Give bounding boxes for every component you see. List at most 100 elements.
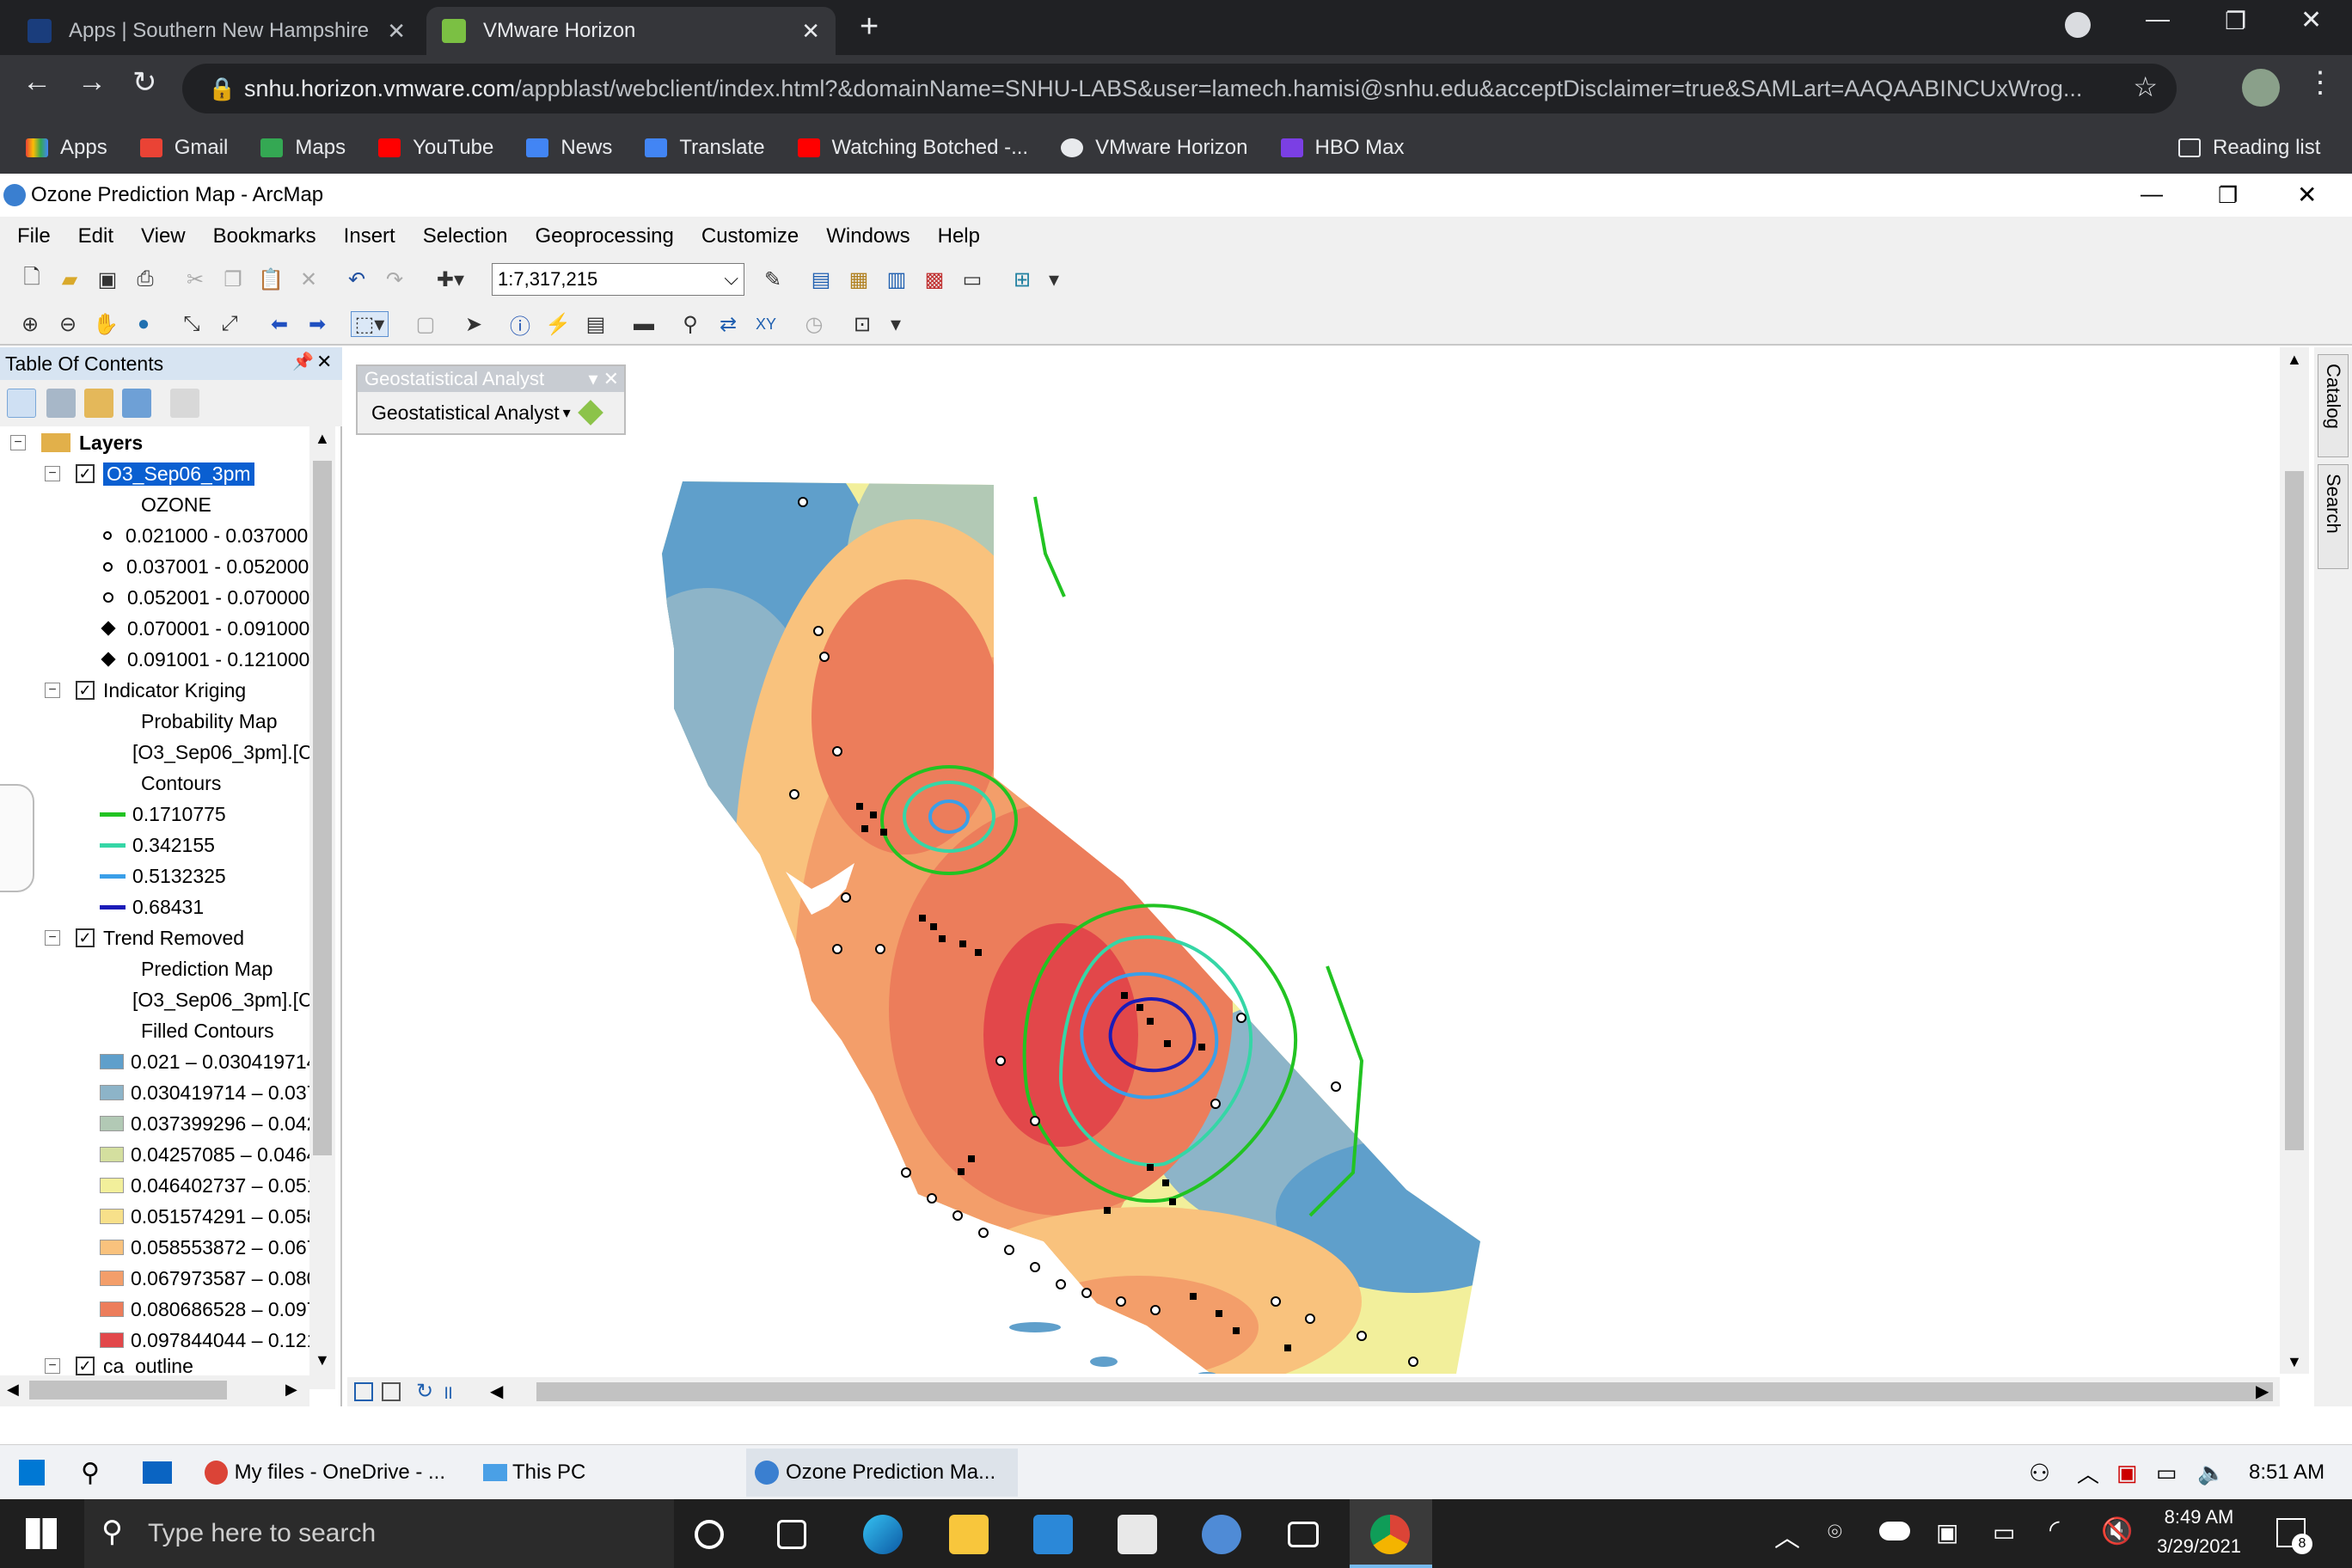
map-vertical-scrollbar[interactable]: ▲ ▼	[2280, 347, 2309, 1374]
mail-icon[interactable]	[1033, 1515, 1073, 1554]
tab-search-icon[interactable]	[2065, 12, 2091, 38]
security-icon[interactable]: ▣	[1936, 1518, 1958, 1547]
bookmark-gmail[interactable]: Gmail	[139, 136, 228, 160]
onedrive-cloud-icon[interactable]	[1879, 1522, 1910, 1540]
start-windows-icon[interactable]	[26, 1518, 57, 1549]
close-icon[interactable]: ✕	[801, 18, 820, 45]
security-shield-icon[interactable]: ▣	[2108, 1449, 2147, 1497]
select-elements-arrow-icon[interactable]: ➤	[461, 311, 487, 337]
open-folder-icon[interactable]: ▰	[57, 266, 83, 292]
layer-name[interactable]: Indicator Kriging	[103, 679, 246, 702]
bookmark-translate[interactable]: Translate	[645, 136, 765, 160]
close-icon[interactable]: ✕	[603, 368, 619, 390]
close-icon[interactable]: ✕	[2297, 181, 2317, 209]
layer-indicator-kriging[interactable]: − ✓ Indicator Kriging	[45, 676, 246, 705]
scroll-right-icon[interactable]: ▶	[285, 1381, 297, 1399]
close-window-icon[interactable]: ✕	[2300, 5, 2322, 35]
forward-arrow-icon[interactable]: →	[77, 65, 107, 99]
volume-muted-icon[interactable]: 🔇	[2101, 1516, 2133, 1547]
list-by-source-icon[interactable]	[46, 389, 76, 418]
next-extent-icon[interactable]: ➡	[304, 311, 330, 337]
geostatistical-analyst-menu-button[interactable]: Geostatistical Analyst ▾	[358, 392, 624, 433]
python-window-icon[interactable]: ▭	[959, 266, 985, 292]
tab-southern-new-hampshire[interactable]: Apps | Southern New Hampshire ✕	[12, 7, 421, 55]
bookmark-maps[interactable]: Maps	[260, 136, 346, 160]
notifications-icon[interactable]: 8	[2276, 1518, 2312, 1554]
layer-visibility-checkbox[interactable]: ✓	[76, 1357, 95, 1375]
restore-icon[interactable]: ❐	[2218, 182, 2238, 209]
new-tab-plus-icon[interactable]: +	[860, 9, 879, 46]
layer-visibility-checkbox[interactable]: ✓	[76, 681, 95, 700]
system-clock-date[interactable]: 3/29/2021	[2149, 1535, 2249, 1558]
tab-vmware-horizon[interactable]: VMware Horizon ✕	[426, 7, 836, 55]
layer-name[interactable]: ca_outline	[103, 1357, 193, 1375]
wifi-icon[interactable]: ◜	[2049, 1515, 2060, 1545]
toc-horizontal-scrollbar[interactable]: ◀ ▶	[0, 1375, 309, 1406]
scroll-up-icon[interactable]: ▲	[2287, 351, 2302, 369]
edge-icon[interactable]	[863, 1515, 903, 1554]
layers-root[interactable]: − Layers	[10, 428, 143, 457]
create-viewer-window-icon[interactable]: ⊡	[849, 311, 875, 337]
scroll-down-icon[interactable]: ▼	[2287, 1353, 2302, 1371]
menu-insert[interactable]: Insert	[344, 224, 395, 248]
zoom-out-icon[interactable]: ⊖	[55, 311, 81, 337]
chevron-down-icon[interactable]: ▾	[589, 368, 598, 390]
bookmark-star-icon[interactable]: ☆	[2133, 70, 2158, 103]
menu-customize[interactable]: Customize	[701, 224, 799, 248]
layer-visibility-checkbox[interactable]: ✓	[76, 928, 95, 947]
scroll-up-icon[interactable]: ▲	[315, 430, 330, 448]
full-extent-globe-icon[interactable]: ●	[131, 311, 156, 337]
back-arrow-icon[interactable]: ←	[22, 65, 52, 99]
pan-hand-icon[interactable]: ✋	[93, 311, 119, 337]
bookmark-hbo-max[interactable]: HBO Max	[1280, 136, 1405, 160]
layout-view-icon[interactable]	[382, 1382, 401, 1401]
data-view-icon[interactable]	[354, 1382, 373, 1401]
cut-icon[interactable]: ✂	[182, 266, 208, 292]
bookmark-apps[interactable]: Apps	[26, 136, 107, 160]
list-by-selection-icon[interactable]	[122, 389, 151, 418]
collapse-icon[interactable]: −	[45, 466, 60, 481]
reading-list-button[interactable]: Reading list	[2178, 136, 2320, 160]
copy-icon[interactable]: ❐	[220, 266, 246, 292]
remote-clock[interactable]: 8:51 AM	[2240, 1449, 2333, 1497]
fixed-zoom-out-icon[interactable]: ⤢	[217, 311, 242, 337]
refresh-icon[interactable]: ↻	[416, 1379, 433, 1404]
save-icon[interactable]: ▣	[95, 266, 120, 292]
collapse-icon[interactable]: −	[45, 930, 60, 946]
bookmark-watching-botched[interactable]: Watching Botched -...	[797, 136, 1028, 160]
collapse-icon[interactable]: −	[45, 1358, 60, 1374]
scroll-right-icon[interactable]: ▶	[2256, 1381, 2269, 1402]
geostatistical-wizard-icon[interactable]	[577, 400, 603, 426]
microsoft-store-icon[interactable]	[1118, 1515, 1157, 1554]
menu-bookmarks[interactable]: Bookmarks	[213, 224, 316, 248]
add-data-icon[interactable]: ✚▾	[430, 266, 471, 292]
toolbar-options-icon[interactable]: ▾	[1047, 266, 1061, 292]
close-icon[interactable]: ✕	[316, 351, 332, 373]
pin-icon[interactable]: 📌	[292, 351, 314, 372]
layer-visibility-checkbox[interactable]: ✓	[76, 464, 95, 483]
delete-icon[interactable]: ✕	[296, 266, 322, 292]
layer-ca-outline[interactable]: − ✓ ca_outline	[45, 1357, 193, 1375]
task-view-icon[interactable]	[777, 1520, 806, 1549]
measure-icon[interactable]: ▬	[631, 311, 657, 337]
map-horizontal-scrollbar[interactable]: ↻ ॥ ◀ ▶	[347, 1377, 2280, 1406]
network-icon[interactable]: ▭	[2147, 1449, 2186, 1497]
zoom-in-icon[interactable]: ⊕	[17, 311, 43, 337]
taskbar-chrome-active[interactable]	[1350, 1499, 1432, 1568]
toc-window-icon[interactable]: ▤	[808, 266, 834, 292]
scroll-thumb[interactable]	[29, 1381, 227, 1400]
scroll-down-icon[interactable]: ▼	[315, 1351, 330, 1369]
previous-extent-icon[interactable]: ⬅	[266, 311, 292, 337]
minimize-icon[interactable]: —	[2141, 181, 2163, 207]
toolbar-options-icon[interactable]: ▾	[889, 311, 903, 337]
layer-o3-sep06[interactable]: − ✓ O3_Sep06_3pm	[45, 459, 254, 488]
ozone-prediction-map[interactable]	[347, 347, 2280, 1379]
find-binoculars-icon[interactable]: ⚲	[677, 311, 703, 337]
hyperlink-icon[interactable]: ⚡	[545, 311, 571, 337]
arctoolbox-icon[interactable]: ▩	[922, 266, 947, 292]
mail-icon[interactable]	[134, 1449, 181, 1497]
volume-icon[interactable]: 🔈	[2189, 1449, 2233, 1497]
toc-vertical-scrollbar[interactable]: ▲ ▼	[309, 426, 335, 1389]
menu-edit[interactable]: Edit	[78, 224, 113, 248]
reload-icon[interactable]: ↻	[132, 65, 157, 100]
